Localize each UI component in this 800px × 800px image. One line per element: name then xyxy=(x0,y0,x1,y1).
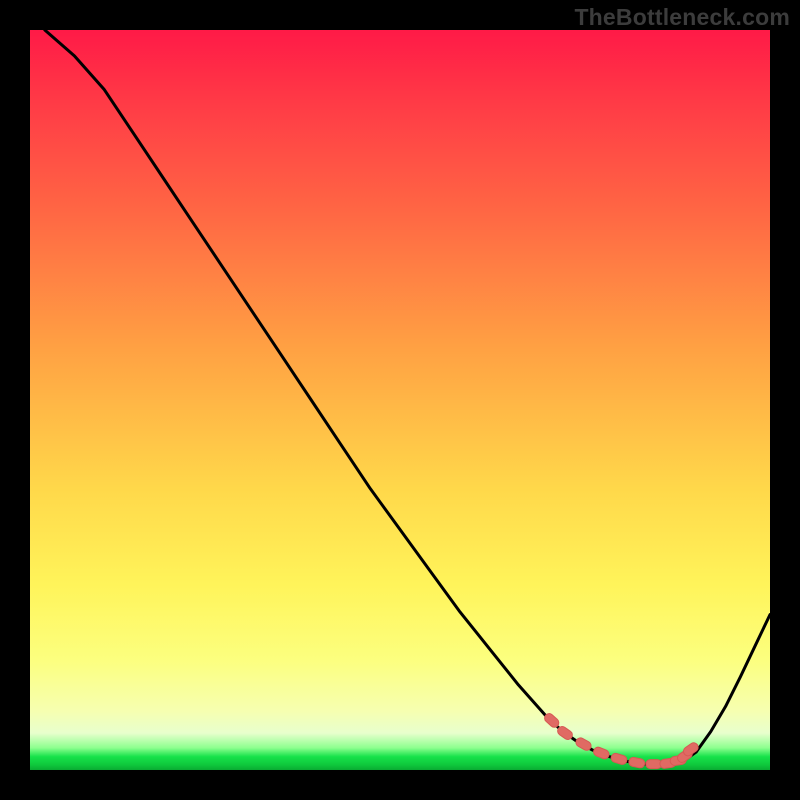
watermark-text: TheBottleneck.com xyxy=(574,4,790,31)
optimal-marker xyxy=(628,757,645,769)
chart-svg xyxy=(30,30,770,770)
plot-area xyxy=(30,30,770,770)
optimal-marker xyxy=(610,752,628,765)
chart-frame: TheBottleneck.com xyxy=(0,0,800,800)
bottleneck-curve xyxy=(45,30,770,765)
optimal-marker xyxy=(646,760,662,769)
optimal-marker xyxy=(592,746,610,760)
optimal-range-markers xyxy=(543,712,700,769)
